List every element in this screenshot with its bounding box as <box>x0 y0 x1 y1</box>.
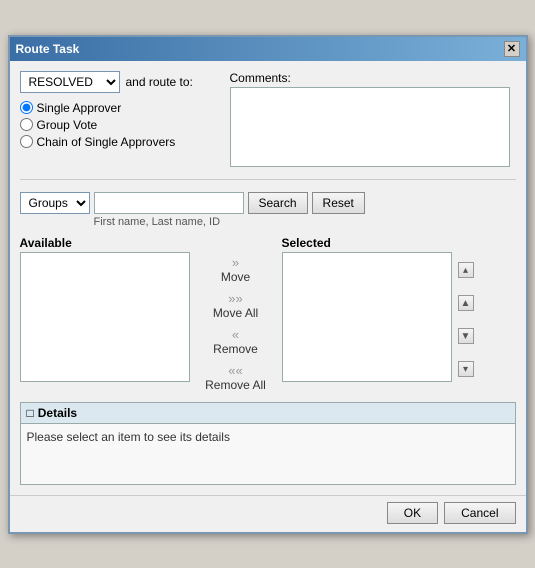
selected-list[interactable] <box>282 252 452 382</box>
route-task-dialog: Route Task ✕ RESOLVED PENDING APPROVED a… <box>8 35 528 534</box>
scroll-up-button[interactable]: ▲ <box>458 295 474 311</box>
move-label: Move <box>221 270 250 284</box>
dialog-title: Route Task <box>16 42 80 56</box>
transfer-buttons: » Move »» Move All « Remove «« Remove Al… <box>196 236 276 394</box>
available-list[interactable] <box>20 252 190 382</box>
scroll-bottom-button[interactable]: ▾ <box>458 361 474 377</box>
scroll-down-button[interactable]: ▼ <box>458 328 474 344</box>
close-button[interactable]: ✕ <box>504 41 520 57</box>
comments-section: Comments: <box>230 71 516 167</box>
radio-chain-label: Chain of Single Approvers <box>37 135 176 149</box>
status-select[interactable]: RESOLVED PENDING APPROVED <box>20 71 120 93</box>
right-scroll: ▴ ▲ ▼ ▾ <box>458 236 474 386</box>
remove-all-label: Remove All <box>205 378 266 392</box>
cancel-button[interactable]: Cancel <box>444 502 515 524</box>
left-section: RESOLVED PENDING APPROVED and route to: … <box>20 71 220 149</box>
route-label: and route to: <box>126 75 193 89</box>
move-all-arrow-icon: »» <box>228 292 242 305</box>
details-header-label: Details <box>38 406 77 420</box>
search-container: Groups Users Roles Search Reset First na… <box>20 192 516 228</box>
remove-button[interactable]: « Remove <box>209 326 262 358</box>
radio-single-label: Single Approver <box>37 101 122 115</box>
comments-label: Comments: <box>230 71 516 85</box>
bottom-row: OK Cancel <box>10 495 526 532</box>
available-label: Available <box>20 236 190 250</box>
radio-chain[interactable]: Chain of Single Approvers <box>20 135 220 149</box>
title-bar: Route Task ✕ <box>10 37 526 61</box>
details-body: Please select an item to see its details <box>21 424 515 484</box>
scroll-top-button[interactable]: ▴ <box>458 262 474 278</box>
search-hint: First name, Last name, ID <box>94 216 516 228</box>
dialog-body: RESOLVED PENDING APPROVED and route to: … <box>10 61 526 495</box>
search-input[interactable] <box>94 192 244 214</box>
move-arrow-icon: » <box>232 256 239 269</box>
divider-1 <box>20 179 516 180</box>
details-section: □ Details Please select an item to see i… <box>20 402 516 485</box>
available-section: Available <box>20 236 190 382</box>
details-collapse-icon[interactable]: □ <box>27 406 34 420</box>
remove-arrow-icon: « <box>232 328 239 341</box>
remove-all-button[interactable]: «« Remove All <box>201 362 270 394</box>
radio-single-approver[interactable]: Single Approver <box>20 101 220 115</box>
comments-textarea[interactable] <box>230 87 510 167</box>
selected-section: Selected <box>282 236 452 382</box>
route-row: RESOLVED PENDING APPROVED and route to: <box>20 71 220 93</box>
search-row: Groups Users Roles Search Reset <box>20 192 516 214</box>
top-row: RESOLVED PENDING APPROVED and route to: … <box>20 71 516 167</box>
reset-button[interactable]: Reset <box>312 192 365 214</box>
radio-group-label: Group Vote <box>37 118 98 132</box>
details-body-text: Please select an item to see its details <box>27 430 230 444</box>
move-all-button[interactable]: »» Move All <box>209 290 262 322</box>
ok-button[interactable]: OK <box>387 502 438 524</box>
approver-type-group: Single Approver Group Vote Chain of Sing… <box>20 101 220 149</box>
lists-area: Available » Move »» Move All « Remove <box>20 236 516 394</box>
move-all-label: Move All <box>213 306 258 320</box>
radio-group-vote[interactable]: Group Vote <box>20 118 220 132</box>
search-type-select[interactable]: Groups Users Roles <box>20 192 90 214</box>
selected-label: Selected <box>282 236 452 250</box>
details-header: □ Details <box>21 403 515 424</box>
move-button[interactable]: » Move <box>217 254 254 286</box>
remove-label: Remove <box>213 342 258 356</box>
search-button[interactable]: Search <box>248 192 308 214</box>
remove-all-arrow-icon: «« <box>228 364 242 377</box>
